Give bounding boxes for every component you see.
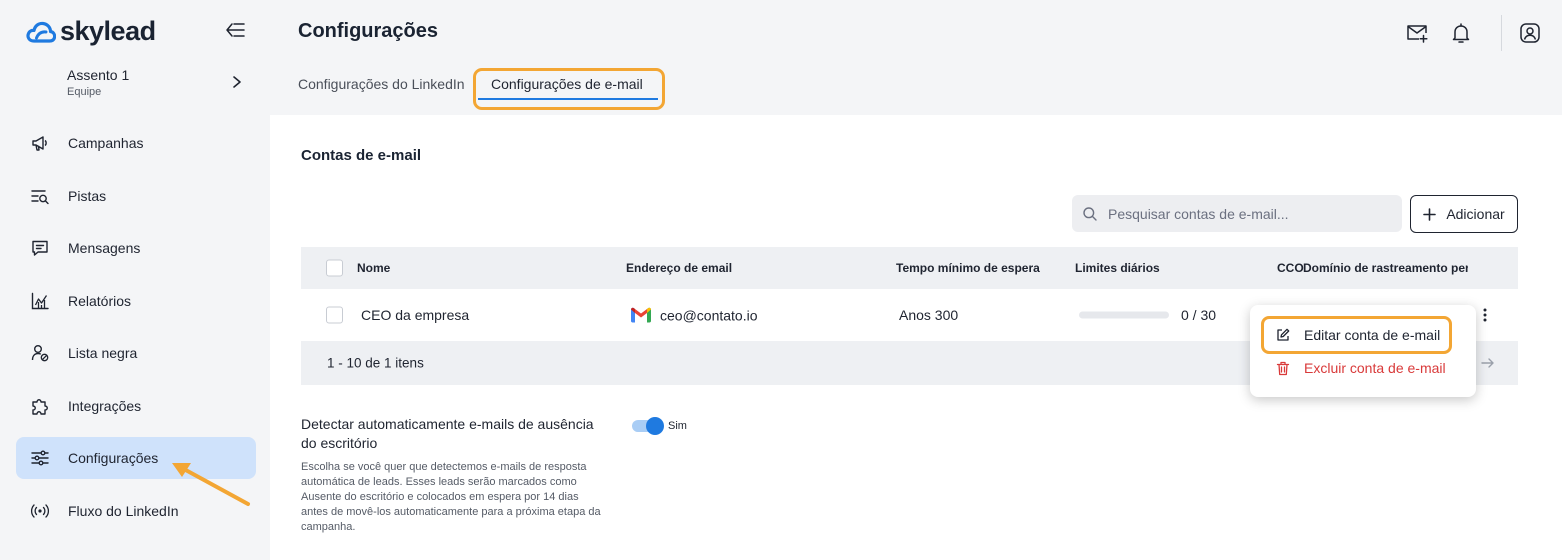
chevron-right-icon	[233, 76, 241, 88]
daily-limit-text: 0 / 30	[1181, 307, 1217, 323]
search-icon	[1083, 206, 1097, 221]
sidebar-item-campanhas[interactable]: Campanhas	[16, 122, 256, 164]
broadcast-icon	[30, 503, 50, 518]
seat-selector[interactable]: Assento 1 Equipe	[67, 67, 247, 98]
seat-name: Assento 1	[67, 67, 130, 83]
skylead-cloud-icon	[26, 21, 56, 43]
table-header: Nome Endereço de email Tempo mínimo de e…	[301, 247, 1518, 289]
more-options-icon[interactable]	[1477, 307, 1493, 323]
email-address: ceo@contato.io	[660, 307, 758, 323]
column-header-wait: Tempo mínimo de espera	[896, 261, 1040, 275]
gmail-icon	[631, 307, 651, 323]
tab-linkedin-settings[interactable]: Configurações do LinkedIn	[298, 76, 465, 92]
sidebar-item-integracoes[interactable]: Integrações	[16, 385, 256, 427]
search-box[interactable]	[1072, 195, 1402, 232]
out-of-office-toggle[interactable]	[632, 417, 666, 435]
add-button-label: Adicionar	[1446, 206, 1505, 222]
message-icon	[32, 240, 48, 256]
tab-highlight-annotation	[473, 68, 665, 110]
user-circle-icon[interactable]	[1518, 21, 1542, 45]
lead-search-icon	[31, 189, 49, 204]
out-of-office-description: Escolha se você quer que detectemos e-ma…	[301, 461, 601, 533]
megaphone-icon	[32, 136, 47, 151]
sidebar-item-label: Campanhas	[68, 135, 144, 151]
sliders-icon	[31, 450, 49, 466]
account-name: CEO da empresa	[361, 307, 470, 323]
account-email: ceo@contato.io	[630, 307, 758, 324]
mail-plus-icon[interactable]	[1405, 21, 1429, 45]
header-divider	[1501, 15, 1502, 51]
main-area: Configurações Configurações do LinkedIn …	[270, 0, 1562, 560]
sidebar-item-lista-negra[interactable]: Lista negra	[16, 332, 256, 374]
out-of-office-title: Detectar automaticamente e-mails de ausê…	[301, 416, 594, 451]
page-title: Configurações	[298, 20, 439, 42]
select-all-checkbox[interactable]	[326, 259, 343, 277]
sidebar-item-label: Mensagens	[68, 240, 141, 256]
sidebar-item-label: Pistas	[68, 187, 107, 204]
row-checkbox[interactable]	[326, 306, 343, 324]
minimum-wait: Anos 300	[899, 307, 959, 323]
delete-email-account-menu-item[interactable]: Excluir conta de e-mail	[1250, 352, 1476, 384]
column-header-tracking-domain: Domínio de rastreamento pers	[1303, 261, 1468, 275]
sidebar-item-mensagens[interactable]: Mensagens	[16, 227, 256, 269]
sidebar-item-label: Relatórios	[68, 292, 132, 309]
sidebar-item-label: Integrações	[68, 397, 142, 414]
plus-icon	[1423, 207, 1437, 221]
delete-menu-label: Excluir conta de e-mail	[1304, 360, 1446, 376]
header-actions	[1405, 15, 1562, 51]
annotation-arrow	[172, 463, 250, 506]
pagination-summary: 1 - 10 de 1 itens	[327, 355, 424, 371]
logo[interactable]: skylead	[26, 16, 156, 47]
edit-item-highlight-annotation	[1261, 316, 1452, 354]
next-page-arrow-icon[interactable]	[1481, 357, 1495, 369]
column-header-limits: Limites diários	[1075, 261, 1160, 275]
trash-icon	[1276, 361, 1290, 375]
sidebar-item-pistas[interactable]: Pistas	[16, 175, 256, 217]
search-input[interactable]	[1108, 205, 1378, 222]
collapse-sidebar-icon[interactable]	[224, 20, 246, 40]
sidebar-item-label: Lista negra	[68, 345, 138, 361]
sidebar-item-relatorios[interactable]: Relatórios	[16, 280, 256, 322]
puzzle-icon	[32, 398, 48, 415]
header: Configurações Configurações do LinkedIn …	[270, 0, 1562, 115]
add-email-account-button[interactable]: Adicionar	[1410, 195, 1518, 233]
column-header-email: Endereço de email	[626, 261, 733, 275]
out-of-office-setting: Detectar automaticamente e-mails de ausê…	[301, 415, 606, 535]
daily-limit-bar	[1079, 311, 1169, 319]
toggle-label: Sim	[668, 420, 687, 432]
section-title: Contas de e-mail	[301, 147, 422, 164]
column-header-cco: CCO	[1277, 261, 1304, 275]
sidebar-item-label: Configurações	[68, 450, 159, 466]
column-header-name: Nome	[357, 261, 391, 275]
toggle-knob	[646, 417, 664, 435]
logo-text: skylead	[60, 16, 156, 46]
bell-icon[interactable]	[1449, 21, 1473, 45]
blocked-user-icon	[31, 345, 49, 362]
chart-icon	[31, 292, 49, 309]
seat-team: Equipe	[67, 86, 102, 98]
